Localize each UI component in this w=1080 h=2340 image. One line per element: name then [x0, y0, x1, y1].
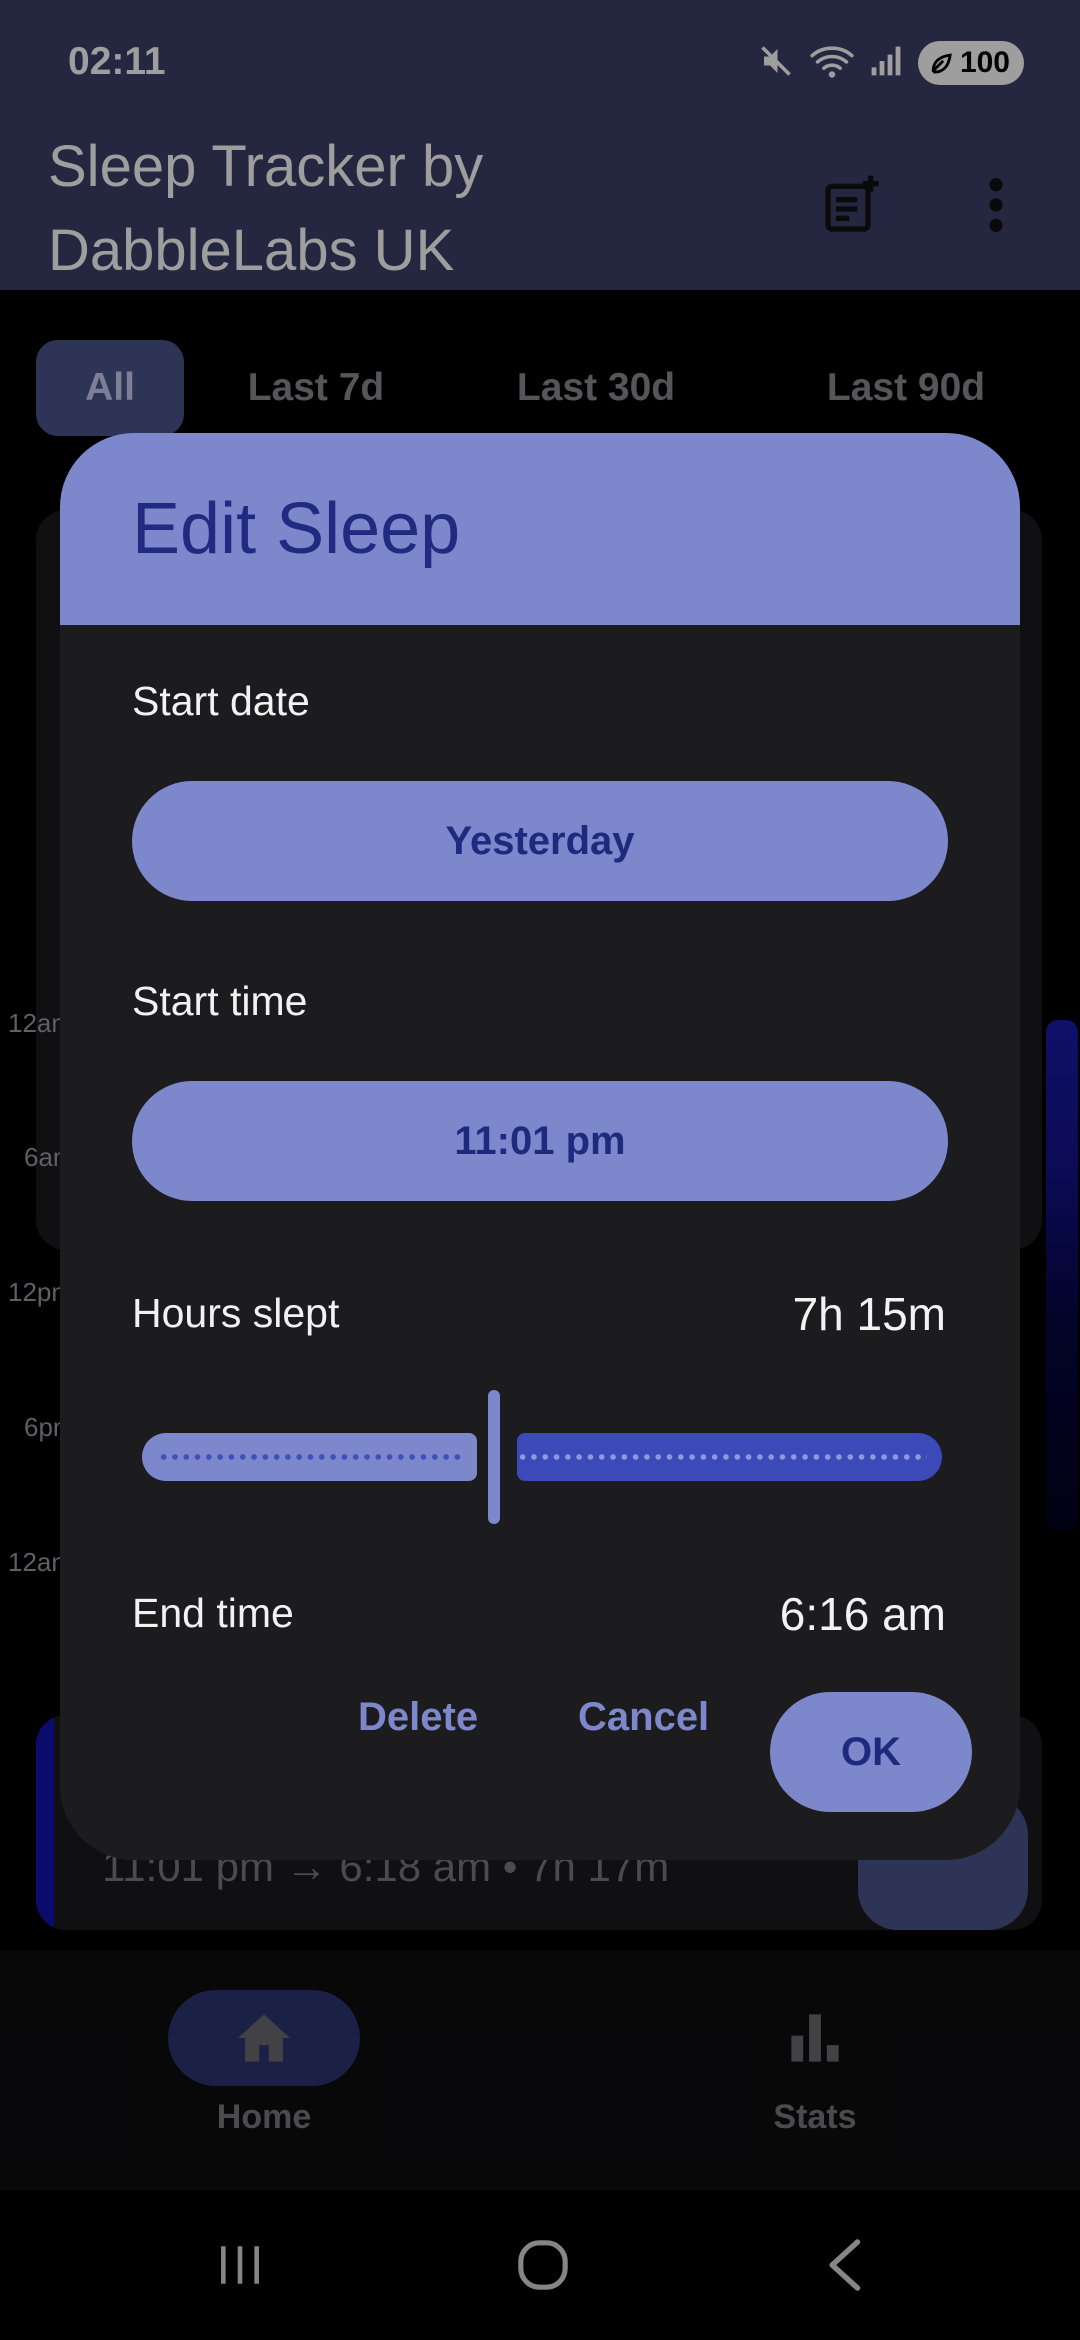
- end-time-label: End time: [132, 1590, 294, 1636]
- slider-thumb[interactable]: [488, 1390, 500, 1524]
- dialog-header: Edit Sleep: [60, 433, 1020, 625]
- delete-button[interactable]: Delete: [358, 1695, 478, 1755]
- edit-sleep-dialog: Edit Sleep Start date Yesterday Start ti…: [60, 433, 1020, 1860]
- start-date-label: Start date: [132, 678, 310, 724]
- slider-inactive-track: [517, 1433, 942, 1481]
- dialog-title: Edit Sleep: [132, 489, 461, 569]
- start-time-button[interactable]: 11:01 pm: [132, 1081, 948, 1201]
- ok-button[interactable]: OK: [770, 1692, 972, 1812]
- slider-tick-marks: [158, 1454, 463, 1460]
- start-time-label: Start time: [132, 978, 308, 1024]
- end-time-value: 6:16 am: [779, 1588, 946, 1640]
- hours-slept-label: Hours slept: [132, 1290, 340, 1336]
- slider-active-track: [142, 1433, 477, 1481]
- hours-slept-value: 7h 15m: [792, 1288, 946, 1340]
- hours-slept-slider[interactable]: [132, 1388, 948, 1528]
- cancel-button[interactable]: Cancel: [578, 1695, 709, 1755]
- start-date-button[interactable]: Yesterday: [132, 781, 948, 901]
- slider-tick-marks: [517, 1454, 927, 1460]
